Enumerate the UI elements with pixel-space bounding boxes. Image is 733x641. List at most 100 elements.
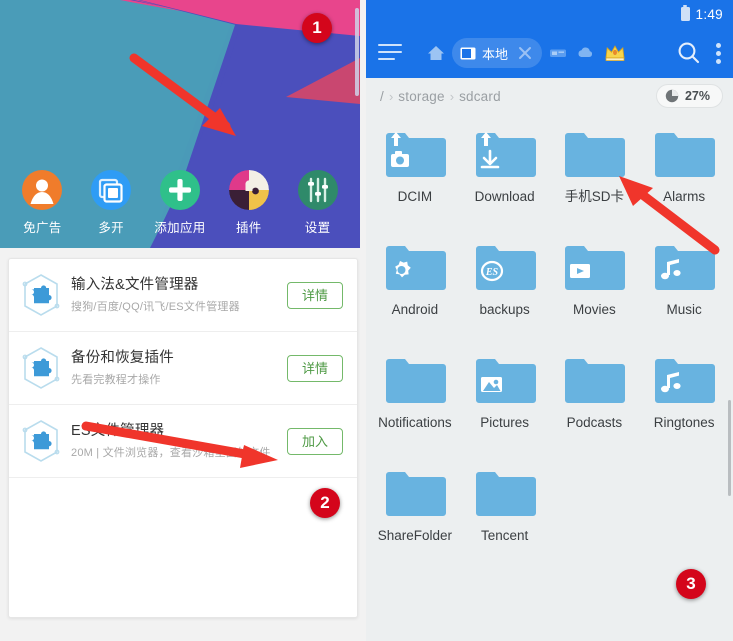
folder-icon [384,469,446,521]
file-label: Download [474,189,535,204]
crown-vip-icon[interactable] [604,43,625,63]
breadcrumb-sdcard[interactable]: sdcard [459,89,501,104]
list-item-text: 输入法&文件管理器 搜狗/百度/QQ/讯飞/ES文件管理器 [71,276,287,314]
network-lan-icon[interactable] [548,43,568,63]
plugin-join-button[interactable]: 加入 [286,427,343,455]
hero-scrollbar[interactable] [355,8,359,96]
list-item[interactable]: ShareFolder [370,463,460,576]
annotation-badge-3: 3 [676,569,706,599]
close-icon[interactable] [514,42,536,64]
list-item[interactable]: 备份和恢复插件 先看完教程才操作 详情 [9,332,357,405]
file-label: DCIM [397,189,433,204]
annotation-badge-1: 1 [302,13,332,43]
plus-icon [159,170,200,210]
hex-puzzle-plugin-icon [19,271,63,319]
plugin-subtitle: 20M | 文件浏览器，查看沙箱里面的文件 [71,447,271,460]
plugin-detail-button[interactable]: 详情 [286,281,343,309]
screenshot-root: 免广告 多开 添加应用 插件 设置 1 输入法&文件管理器 搜狗/百度/QQ/讯… [0,0,733,641]
folder-music-icon [653,356,716,408]
plugin-subtitle: 搜狗/百度/QQ/讯飞/ES文件管理器 [71,301,240,314]
folder-image-icon [474,356,536,408]
app-item-settings[interactable]: 设置 [287,170,349,236]
left-panel-app-launcher: 免广告 多开 添加应用 插件 设置 1 输入法&文件管理器 搜狗/百度/QQ/讯… [0,0,366,641]
folder-music-icon [653,243,716,295]
hamburger-menu-icon[interactable] [378,44,404,62]
plugin-title: 备份和恢复插件 [71,349,174,366]
puzzle-plugin-icon [228,170,269,210]
plugin-title: 输入法&文件管理器 [71,276,199,293]
plugin-list-card: 输入法&文件管理器 搜狗/百度/QQ/讯飞/ES文件管理器 详情 备份和恢复插件 [8,258,358,618]
list-item[interactable]: 手机SD卡 [550,124,640,237]
file-label: Android [391,302,439,317]
app-item-add-app[interactable]: 添加应用 [149,170,211,236]
folder-icon [563,356,626,408]
app-label: 设置 [304,221,331,235]
app-item-plugins[interactable]: 插件 [218,170,280,236]
folder-es-icon: ES [474,243,536,295]
breadcrumb: / › storage › sdcard 27% [366,78,733,114]
hex-puzzle-plugin-icon [19,417,63,465]
list-item[interactable]: Android [370,237,460,350]
file-label: Movies [572,302,616,317]
file-label: 手机SD卡 [564,189,624,204]
search-icon[interactable] [676,40,702,66]
more-vertical-icon[interactable] [716,42,721,64]
list-item[interactable]: Download [460,124,550,237]
list-item[interactable]: ES backups [460,237,550,350]
list-item[interactable]: Alarms [639,124,729,237]
breadcrumb-root[interactable]: / [380,89,384,104]
folder-icon [653,130,716,182]
cloud-icon[interactable] [576,43,596,63]
file-manager-toolbar: 本地 [366,28,733,78]
tab-label: 本地 [482,46,509,62]
list-item[interactable]: DCIM [370,124,460,237]
folder-download-icon [474,130,536,182]
plugin-title: ES文件管理器 [71,422,165,439]
app-label: 插件 [235,221,262,235]
folder-camera-icon [384,130,446,182]
file-grid: DCIM Download 手机SD卡 Alarms Android ES ba… [366,114,733,641]
breadcrumb-separator-icon: › [449,88,455,104]
device-local-icon [460,47,476,60]
breadcrumb-separator-icon: › [388,88,394,104]
app-item-no-ads[interactable]: 免广告 [11,170,73,236]
list-item-text: 备份和恢复插件 先看完教程才操作 [71,349,287,387]
battery-icon [680,4,690,21]
file-label: Tencent [480,528,529,543]
list-item[interactable]: Ringtones [639,350,729,463]
list-item-text: ES文件管理器 20M | 文件浏览器，查看沙箱里面的文件 [71,422,287,460]
list-item[interactable]: Movies [550,237,640,350]
file-label: Ringtones [653,415,715,430]
list-item[interactable]: Notifications [370,350,460,463]
folder-gear-icon [384,243,446,295]
file-grid-scrollbar[interactable] [728,400,731,496]
file-label: Pictures [480,415,530,430]
hero-banner: 免广告 多开 添加应用 插件 设置 1 [0,0,360,248]
sliders-settings-icon [297,170,338,210]
list-item[interactable]: Podcasts [550,350,640,463]
breadcrumb-crumbs: / › storage › sdcard [380,89,656,104]
list-item[interactable]: Pictures [460,350,550,463]
list-item[interactable]: 输入法&文件管理器 搜狗/百度/QQ/讯飞/ES文件管理器 详情 [9,259,357,332]
hex-puzzle-plugin-icon [19,344,63,392]
file-label: Notifications [378,415,452,430]
breadcrumb-storage[interactable]: storage [398,89,444,104]
storage-usage-badge[interactable]: 27% [655,84,723,108]
pie-chart-icon [665,89,679,103]
home-icon[interactable] [426,43,446,63]
file-label: Podcasts [566,415,623,430]
list-item[interactable]: Tencent [460,463,550,576]
list-item[interactable]: ES文件管理器 20M | 文件浏览器，查看沙箱里面的文件 加入 [9,405,357,478]
list-item[interactable]: Music [639,237,729,350]
app-item-multi-open[interactable]: 多开 [80,170,142,236]
app-label: 多开 [98,221,124,235]
plugin-detail-button[interactable]: 详情 [286,354,343,382]
app-label: 添加应用 [154,221,206,235]
app-shortcut-row: 免广告 多开 添加应用 插件 设置 [0,170,360,236]
tab-local[interactable]: 本地 [452,38,543,68]
file-label: ShareFolder [377,528,453,543]
android-status-bar: 1:49 [366,0,733,28]
annotation-badge-2: 2 [310,488,340,518]
svg-text:ES: ES [485,267,499,278]
status-time: 1:49 [695,6,723,22]
